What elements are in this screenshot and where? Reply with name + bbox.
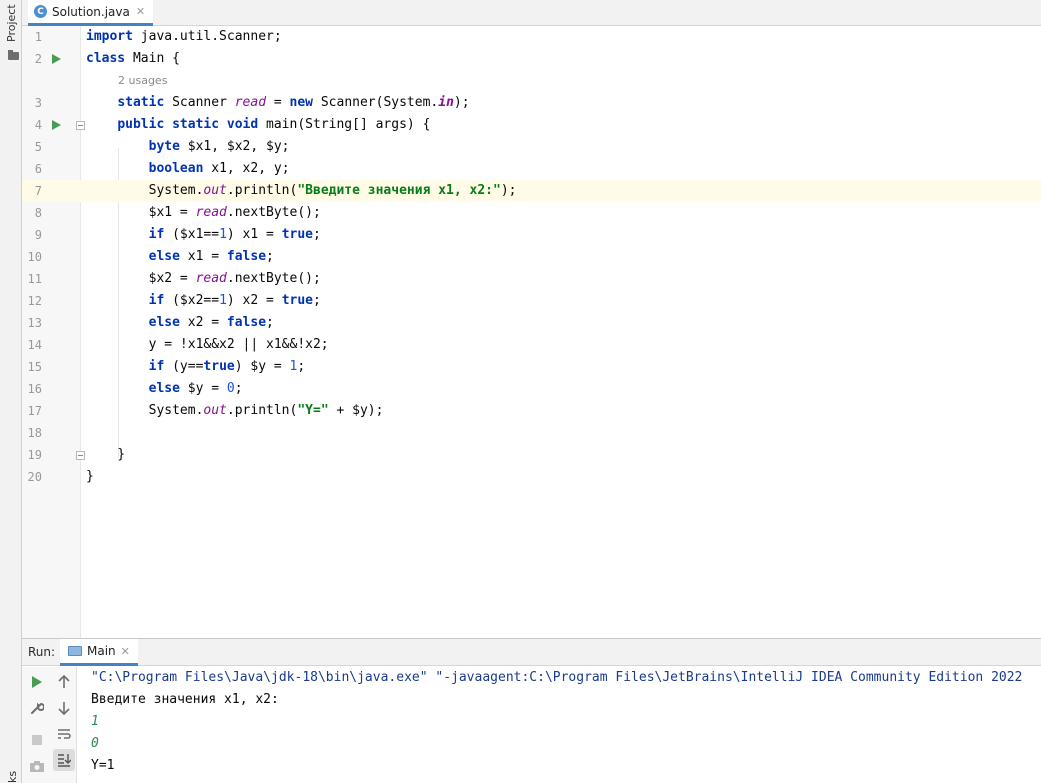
code-text: import java.util.Scanner; bbox=[86, 29, 282, 44]
line-number: 8 bbox=[34, 206, 42, 220]
console-prompt-line: Введите значения x1, x2: bbox=[91, 692, 279, 707]
code-line: 6 boolean x1, x2, y; bbox=[22, 158, 1041, 180]
run-header: Run: Main ✕ bbox=[22, 639, 1041, 666]
code-line: 5 byte $x1, $x2, $y; bbox=[22, 136, 1041, 158]
console-output[interactable]: "C:\Program Files\Java\jdk-18\bin\java.e… bbox=[91, 667, 1041, 783]
line-number: 2 bbox=[34, 52, 42, 66]
editor-tab-label: Solution.java bbox=[52, 4, 130, 19]
line-number: 17 bbox=[27, 404, 42, 418]
code-text: static Scanner read = new Scanner(System… bbox=[117, 95, 470, 110]
run-config-icon bbox=[68, 646, 82, 656]
line-number: 1 bbox=[34, 30, 42, 44]
wrench-icon[interactable] bbox=[26, 697, 48, 719]
arrow-down-icon[interactable] bbox=[53, 697, 75, 719]
code-line: 14 y = !x1&&x2 || x1&&!x2; bbox=[22, 334, 1041, 356]
code-line-current: 7 System.out.println("Введите значения x… bbox=[22, 180, 1041, 202]
run-tab-main[interactable]: Main ✕ bbox=[60, 639, 138, 666]
run-tab-label: Main bbox=[87, 644, 116, 658]
code-text: if ($x1==1) x1 = true; bbox=[148, 227, 321, 242]
camera-icon[interactable] bbox=[26, 755, 48, 777]
code-line: 8 $x1 = read.nextByte(); bbox=[22, 202, 1041, 224]
code-text: byte $x1, $x2, $y; bbox=[148, 139, 290, 154]
line-number: 10 bbox=[27, 250, 42, 264]
code-line: 15 if (y==true) $y = 1; bbox=[22, 356, 1041, 378]
code-line: 17 System.out.println("Y=" + $y); bbox=[22, 400, 1041, 422]
code-text: } bbox=[86, 469, 94, 484]
code-text: else x2 = false; bbox=[148, 315, 274, 330]
code-text: boolean x1, x2, y; bbox=[148, 161, 290, 176]
usages-hint-row: 2 usages bbox=[22, 70, 1041, 92]
code-text: $x2 = read.nextByte(); bbox=[86, 271, 321, 286]
usages-hint[interactable]: 2 usages bbox=[118, 70, 167, 92]
code-text: if ($x2==1) x2 = true; bbox=[148, 293, 321, 308]
line-number: 13 bbox=[27, 316, 42, 330]
arrow-up-icon[interactable] bbox=[53, 671, 75, 693]
close-icon[interactable]: ✕ bbox=[136, 5, 145, 18]
line-number: 7 bbox=[34, 184, 42, 198]
line-number: 19 bbox=[27, 448, 42, 462]
run-gutter-icon[interactable] bbox=[52, 54, 61, 64]
code-line: 13 else x2 = false; bbox=[22, 312, 1041, 334]
fold-icon[interactable] bbox=[76, 121, 85, 130]
scroll-to-end-icon[interactable] bbox=[53, 749, 75, 771]
code-line: 19 } bbox=[22, 444, 1041, 466]
code-text: System.out.println("Введите значения x1,… bbox=[86, 183, 517, 198]
java-class-icon: C bbox=[34, 5, 47, 18]
run-tool-window: Run: Main ✕ "C:\Program Files\Java\jdk-1… bbox=[22, 638, 1041, 783]
code-line: 18 bbox=[22, 422, 1041, 444]
close-icon[interactable]: ✕ bbox=[121, 645, 130, 658]
editor-tab-bar: C Solution.java ✕ bbox=[22, 0, 1041, 26]
code-text: $x1 = read.nextByte(); bbox=[86, 205, 321, 220]
code-line: 2 class Main { bbox=[22, 48, 1041, 70]
run-toolbar bbox=[22, 667, 77, 783]
code-line: 12 if ($x2==1) x2 = true; bbox=[22, 290, 1041, 312]
code-line: 20 } bbox=[22, 466, 1041, 488]
line-number: 3 bbox=[34, 96, 42, 110]
stop-icon[interactable] bbox=[26, 729, 48, 751]
code-editor[interactable]: 1 import java.util.Scanner; 2 class Main… bbox=[22, 26, 1041, 638]
line-number: 6 bbox=[34, 162, 42, 176]
left-tool-strip: Project ks bbox=[0, 0, 22, 783]
project-icon bbox=[8, 50, 19, 60]
code-line: 1 import java.util.Scanner; bbox=[22, 26, 1041, 48]
line-number: 16 bbox=[27, 382, 42, 396]
code-text: else $y = 0; bbox=[148, 381, 243, 396]
code-line: 16 else $y = 0; bbox=[22, 378, 1041, 400]
code-line: 3 static Scanner read = new Scanner(Syst… bbox=[22, 92, 1041, 114]
line-number: 20 bbox=[27, 470, 42, 484]
line-number: 4 bbox=[34, 118, 42, 132]
code-text: if (y==true) $y = 1; bbox=[148, 359, 306, 374]
run-label: Run: bbox=[28, 645, 56, 659]
line-number: 11 bbox=[27, 272, 42, 286]
code-text: System.out.println("Y=" + $y); bbox=[86, 403, 384, 418]
code-text: class Main { bbox=[86, 51, 180, 66]
fold-icon[interactable] bbox=[76, 451, 85, 460]
code-line: 4 public static void main(String[] args)… bbox=[22, 114, 1041, 136]
line-number: 18 bbox=[27, 426, 42, 440]
rerun-icon[interactable] bbox=[26, 671, 48, 693]
line-number: 9 bbox=[34, 228, 42, 242]
line-number: 15 bbox=[27, 360, 42, 374]
console-result-line: Y=1 bbox=[91, 758, 115, 773]
line-number: 14 bbox=[27, 338, 42, 352]
code-line: 9 if ($x1==1) x1 = true; bbox=[22, 224, 1041, 246]
console-input-line: 0 bbox=[91, 736, 99, 751]
code-line: 11 $x2 = read.nextByte(); bbox=[22, 268, 1041, 290]
console-input-line: 1 bbox=[91, 714, 99, 729]
bookmarks-tool-tab[interactable]: ks bbox=[2, 762, 20, 783]
line-number: 5 bbox=[34, 140, 42, 154]
line-number: 12 bbox=[27, 294, 42, 308]
code-text: public static void main(String[] args) { bbox=[117, 117, 431, 132]
code-text: else x1 = false; bbox=[148, 249, 274, 264]
project-tool-label: Project bbox=[5, 4, 18, 42]
run-gutter-icon[interactable] bbox=[52, 120, 61, 130]
console-command-line: "C:\Program Files\Java\jdk-18\bin\java.e… bbox=[91, 670, 1023, 685]
project-tool-tab[interactable]: Project bbox=[2, 4, 20, 62]
bookmarks-tool-label: ks bbox=[6, 770, 19, 783]
editor-tab-solution-java[interactable]: C Solution.java ✕ bbox=[28, 0, 154, 26]
code-text: y = !x1&&x2 || x1&&!x2; bbox=[86, 337, 329, 352]
soft-wrap-icon[interactable] bbox=[53, 723, 75, 745]
code-text: } bbox=[86, 447, 126, 462]
code-line: 10 else x1 = false; bbox=[22, 246, 1041, 268]
